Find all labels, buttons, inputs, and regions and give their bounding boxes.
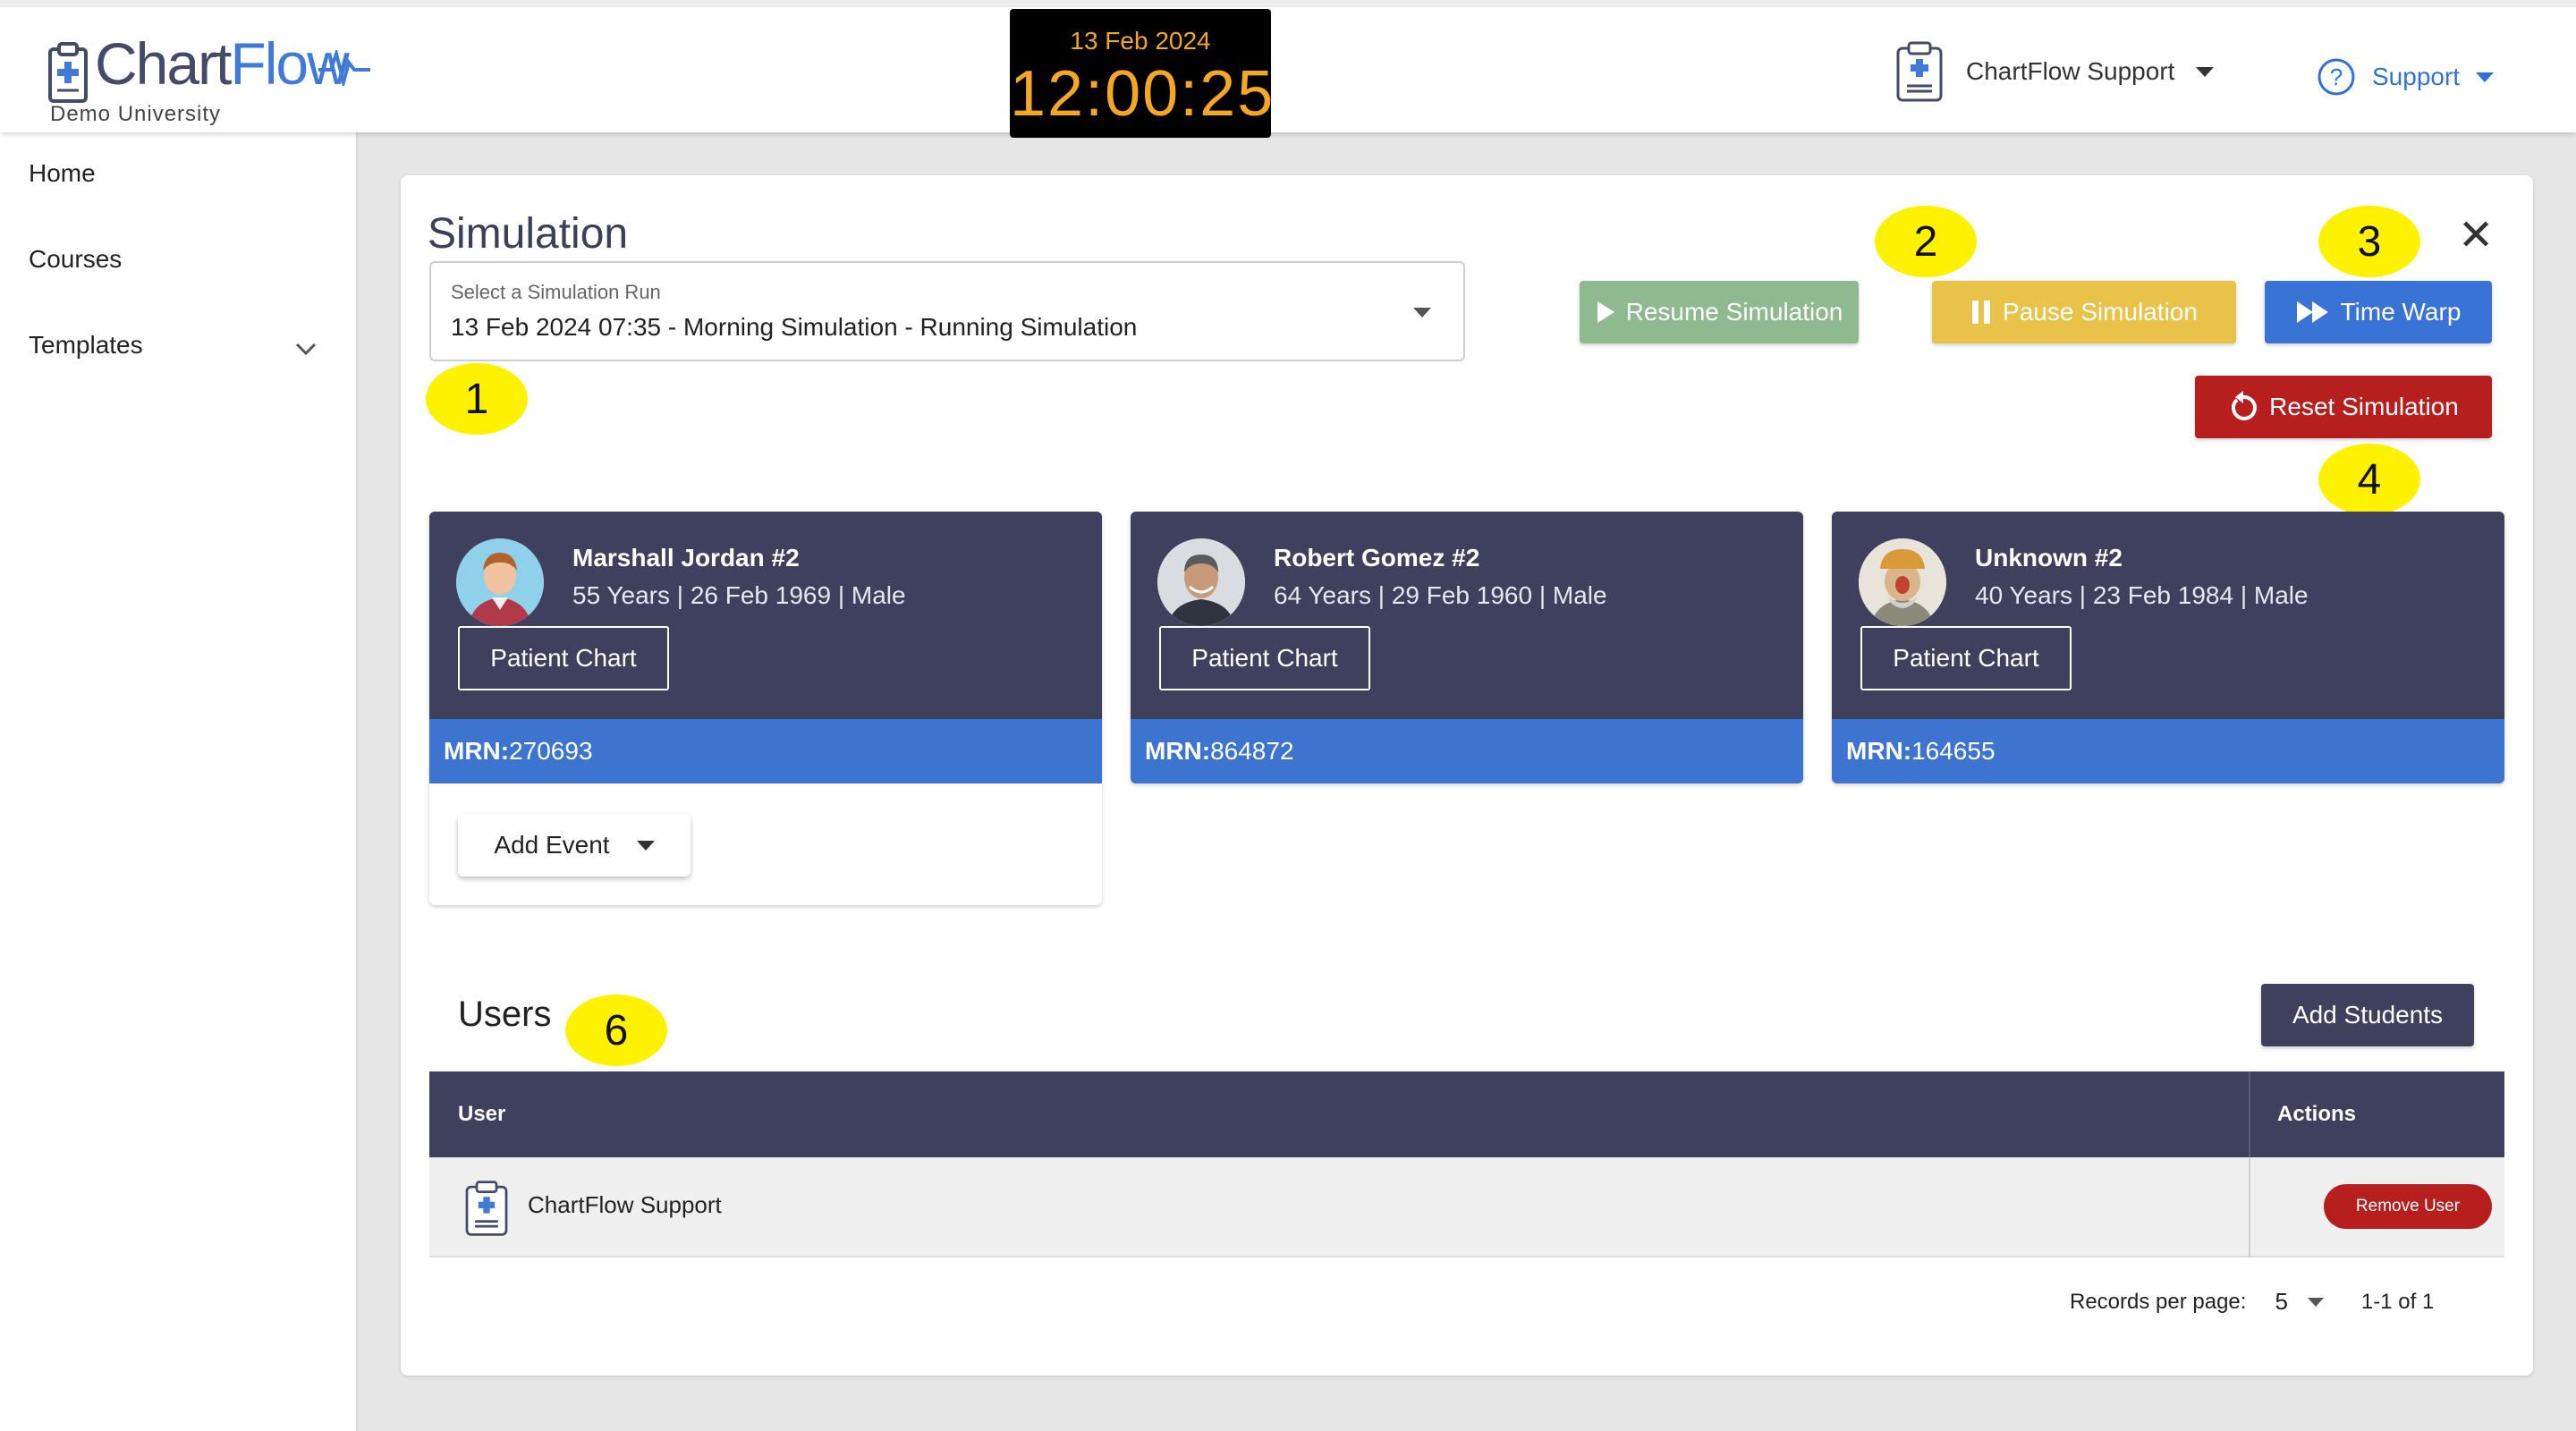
remove-user-button[interactable]: Remove User xyxy=(2324,1184,2492,1229)
organization-name: Demo University xyxy=(50,102,222,126)
table-pagination: Records per page: 5 1-1 of 1 xyxy=(2070,1288,2434,1316)
user-name: ChartFlow Support xyxy=(1966,57,2175,85)
patient-card-header: Marshall Jordan #2 55 Years | 26 Feb 196… xyxy=(429,512,1102,719)
patient-card-header: Robert Gomez #2 64 Years | 29 Feb 1960 |… xyxy=(1131,512,1803,719)
help-icon: ? xyxy=(2318,58,2355,96)
patient-mrn: MRN: 164655 xyxy=(1832,719,2504,783)
users-title: Users xyxy=(458,995,552,1034)
patient-card-body: Add Event xyxy=(429,783,1102,905)
marker-2: 2 xyxy=(1875,206,1977,277)
patient-name: Marshall Jordan #2 xyxy=(572,544,800,572)
marker-6: 6 xyxy=(565,995,667,1066)
reset-simulation-button[interactable]: Reset Simulation xyxy=(2195,376,2492,438)
sidebar-item-home[interactable]: Home xyxy=(29,159,96,188)
top-header: ChartFlow Demo University 13 Feb 2024 12… xyxy=(0,0,2576,138)
mrn-value: 270693 xyxy=(509,737,593,765)
dropdown-arrow-icon xyxy=(636,840,655,851)
dropdown-arrow-icon[interactable] xyxy=(2307,1297,2324,1307)
page-title: Simulation xyxy=(428,210,629,258)
user-menu[interactable]: ChartFlow Support xyxy=(1894,39,2215,104)
chevron-down-icon[interactable] xyxy=(293,340,318,358)
patient-avatar xyxy=(1859,538,1946,626)
select-label: Select a Simulation Run xyxy=(451,281,661,303)
simulation-run-select[interactable]: Select a Simulation Run 13 Feb 2024 07:3… xyxy=(429,261,1465,361)
heartbeat-icon xyxy=(318,50,370,86)
table-row: ChartFlow Support Remove User xyxy=(429,1157,2504,1257)
user-name-cell: ChartFlow Support xyxy=(528,1191,722,1218)
resume-simulation-button[interactable]: Resume Simulation xyxy=(1580,281,1859,343)
marker-4: 4 xyxy=(2318,444,2420,515)
patient-avatar xyxy=(456,538,544,626)
records-per-page-select[interactable]: 5 xyxy=(2275,1288,2287,1316)
mrn-value: 864872 xyxy=(1210,737,1294,765)
patient-chart-button[interactable]: Patient Chart xyxy=(458,626,669,690)
sidebar: Home Courses Templates xyxy=(0,132,358,1431)
marker-1: 1 xyxy=(426,363,528,435)
sidebar-item-courses[interactable]: Courses xyxy=(29,245,122,274)
patient-avatar-image xyxy=(1859,538,1946,626)
patient-mrn: MRN: 864872 xyxy=(1131,719,1803,783)
dropdown-arrow-icon xyxy=(1413,308,1431,318)
pause-icon xyxy=(1972,301,1991,324)
simulation-clock: 13 Feb 2024 12:00:25 xyxy=(1010,9,1275,138)
clock-time: 12:00:25 xyxy=(1010,58,1275,130)
patient-info: 40 Years | 23 Feb 1984 | Male xyxy=(1975,581,2309,609)
add-event-button[interactable]: Add Event xyxy=(458,814,691,876)
marker-3: 3 xyxy=(2318,206,2420,277)
select-value: 13 Feb 2024 07:35 - Morning Simulation -… xyxy=(451,313,1138,341)
chevron-down-icon xyxy=(2476,72,2495,82)
records-per-page-label: Records per page: xyxy=(2070,1289,2247,1314)
play-icon xyxy=(1597,301,1614,323)
reset-label: Reset Simulation xyxy=(2269,393,2459,420)
add-students-button[interactable]: Add Students xyxy=(2261,984,2474,1046)
time-warp-label: Time Warp xyxy=(2340,298,2462,326)
patient-chart-button[interactable]: Patient Chart xyxy=(1159,626,1370,690)
patient-info: 64 Years | 29 Feb 1960 | Male xyxy=(1274,581,1607,609)
support-label: Support xyxy=(2372,63,2461,90)
patient-card-header: Unknown #2 40 Years | 23 Feb 1984 | Male… xyxy=(1832,512,2504,719)
patient-avatar-image xyxy=(456,538,544,626)
page-range: 1-1 of 1 xyxy=(2360,1289,2435,1314)
patient-card: Marshall Jordan #2 55 Years | 26 Feb 196… xyxy=(429,512,1102,905)
column-header-user[interactable]: User xyxy=(458,1102,505,1127)
patient-chart-button[interactable]: Patient Chart xyxy=(1860,626,2072,690)
resume-label: Resume Simulation xyxy=(1625,298,1843,326)
users-table-header: User Actions xyxy=(429,1071,2504,1157)
pause-label: Pause Simulation xyxy=(2003,298,2198,326)
patient-name: Unknown #2 xyxy=(1975,544,2123,572)
patient-info: 55 Years | 26 Feb 1969 | Male xyxy=(572,581,906,609)
column-header-actions: Actions xyxy=(2277,1102,2357,1126)
mrn-label: MRN: xyxy=(444,737,510,765)
svg-text:?: ? xyxy=(2330,64,2343,90)
reset-icon xyxy=(2232,391,2258,420)
clipboard-icon xyxy=(465,1181,508,1236)
mrn-label: MRN: xyxy=(1145,737,1211,765)
sidebar-item-templates[interactable]: Templates xyxy=(29,331,143,360)
pause-simulation-button[interactable]: Pause Simulation xyxy=(1932,281,2236,343)
chevron-down-icon xyxy=(2196,66,2215,77)
patient-avatar-image xyxy=(1157,538,1245,626)
mrn-label: MRN: xyxy=(1846,737,1912,765)
patient-card: Unknown #2 40 Years | 23 Feb 1984 | Male… xyxy=(1832,512,2504,783)
time-warp-button[interactable]: Time Warp xyxy=(2265,281,2492,343)
clipboard-icon xyxy=(1896,41,1943,102)
app-logo-text[interactable]: ChartFlow xyxy=(95,34,350,93)
fast-forward-icon xyxy=(2296,301,2328,323)
close-icon[interactable]: ✕ xyxy=(2458,215,2494,258)
support-menu[interactable]: ? Support xyxy=(2317,57,2495,97)
clock-date: 13 Feb 2024 xyxy=(1070,27,1211,55)
column-divider xyxy=(2249,1071,2250,1157)
simulation-card: Simulation Select a Simulation Run 13 Fe… xyxy=(401,175,2533,1376)
patient-card: Robert Gomez #2 64 Years | 29 Feb 1960 |… xyxy=(1131,512,1803,783)
add-event-label: Add Event xyxy=(494,831,610,859)
mrn-value: 164655 xyxy=(1911,737,1996,765)
patient-name: Robert Gomez #2 xyxy=(1274,544,1480,572)
column-divider xyxy=(2249,1157,2250,1257)
patient-avatar xyxy=(1157,538,1245,626)
patient-mrn: MRN: 270693 xyxy=(429,719,1102,783)
logo-text-chart: Chart xyxy=(95,30,232,97)
